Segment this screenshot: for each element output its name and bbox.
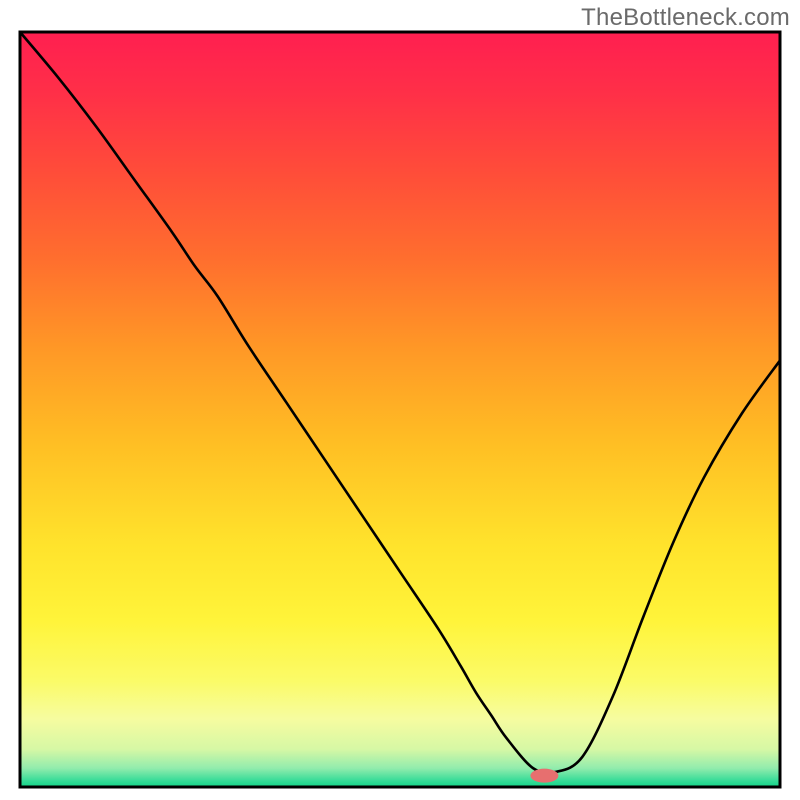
bottleneck-chart: TheBottleneck.com — [0, 0, 800, 800]
watermark-text: TheBottleneck.com — [581, 4, 790, 32]
optimal-point-marker — [530, 769, 558, 783]
plot-background — [20, 32, 780, 787]
bottleneck-plot-svg — [0, 0, 800, 800]
